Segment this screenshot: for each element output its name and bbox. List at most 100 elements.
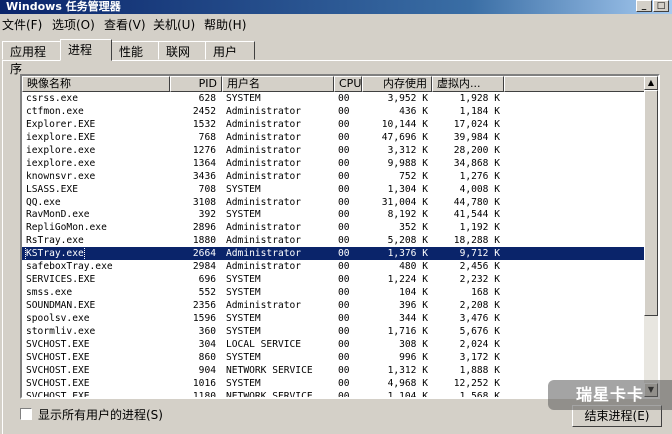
maximize-icon[interactable]: □ (653, 0, 669, 12)
menu-shutdown[interactable]: 关机(U) (153, 16, 195, 33)
tab-performance[interactable]: 性能 (111, 41, 159, 60)
process-image-name: SVCHOST.EXE (26, 338, 90, 350)
process-mem-usage: 3,312 K (387, 144, 428, 156)
column-header-user-name[interactable]: 用户名 (222, 76, 334, 92)
process-user-name: NETWORK SERVICE (226, 364, 313, 376)
table-row[interactable]: SVCHOST.EXE 304 LOCAL SERVICE 00 308 K 2,024 … (22, 338, 644, 351)
process-virtual-mem: 1,184 K (459, 105, 500, 117)
process-image-name: safeboxTray.exe (26, 261, 113, 273)
table-row[interactable]: RsTray.exe 1880 Administrator 00 5,208 K 18,2… (22, 234, 644, 247)
process-mem-usage: 352 K (399, 222, 428, 234)
column-header-image-name[interactable]: 映像名称 (22, 76, 170, 92)
table-row[interactable]: ctfmon.exe 2452 Administrator 00 436 K 1,184 … (22, 105, 644, 118)
process-virtual-mem: 39,984 K (453, 131, 500, 143)
table-row[interactable]: QQ.exe 3108 Administrator 00 31,004 K 44,780 … (22, 196, 644, 209)
minimize-icon[interactable]: _ (636, 0, 652, 12)
menu-file[interactable]: 文件(F) (2, 16, 42, 33)
process-image-name: KSTray.exe (25, 246, 85, 262)
process-pid: 360 (198, 325, 216, 337)
process-cpu: 00 (338, 390, 350, 397)
process-virtual-mem: 5,676 K (459, 325, 500, 337)
table-row[interactable]: knownsvr.exe 3436 Administrator 00 752 K 1,27… (22, 170, 644, 183)
vertical-scrollbar[interactable]: ▲ ▼ (644, 76, 658, 397)
menu-options[interactable]: 选项(O) (52, 16, 95, 33)
process-image-name: SVCHOST.EXE (26, 390, 90, 397)
process-pid: 696 (198, 274, 216, 286)
process-mem-usage: 344 K (399, 312, 428, 324)
process-user-name: SYSTEM (226, 377, 261, 389)
process-virtual-mem: 1,928 K (459, 93, 500, 104)
table-row[interactable]: stormliv.exe 360 SYSTEM 00 1,716 K 5,676 K (22, 325, 644, 338)
table-row[interactable]: LSASS.EXE 708 SYSTEM 00 1,304 K 4,008 K (22, 183, 644, 196)
process-user-name: Administrator (226, 196, 302, 208)
process-virtual-mem: 34,868 K (453, 157, 500, 169)
column-header-virtual-mem[interactable]: 虚拟内... (432, 76, 504, 92)
process-mem-usage: 1,716 K (387, 325, 428, 337)
table-row[interactable]: smss.exe 552 SYSTEM 00 104 K 168 K (22, 286, 644, 299)
process-pid: 904 (198, 364, 216, 376)
tab-processes[interactable]: 进程 (60, 39, 112, 61)
process-user-name: Administrator (226, 235, 302, 247)
scroll-thumb[interactable] (644, 90, 658, 316)
process-pid: 392 (198, 209, 216, 221)
process-mem-usage: 5,208 K (387, 235, 428, 247)
process-image-name: ctfmon.exe (26, 105, 84, 117)
process-user-name: LOCAL SERVICE (226, 338, 302, 350)
table-row[interactable]: Explorer.EXE 1532 Administrator 00 10,144 K 1… (22, 118, 644, 131)
process-pid: 1276 (192, 144, 216, 156)
table-row[interactable]: RavMonD.exe 392 SYSTEM 00 8,192 K 41,544 K (22, 208, 644, 221)
process-cpu: 00 (338, 209, 350, 221)
table-row[interactable]: csrss.exe 628 SYSTEM 00 3,952 K 1,928 K (22, 92, 644, 105)
process-cpu: 00 (338, 105, 350, 117)
process-pid: 1880 (192, 235, 216, 247)
process-image-name: spoolsv.exe (26, 312, 90, 324)
process-pid: 2896 (192, 222, 216, 234)
scroll-up-icon[interactable]: ▲ (644, 76, 658, 90)
table-row[interactable]: iexplore.exe 1276 Administrator 00 3,312 K 28… (22, 144, 644, 157)
process-mem-usage: 1,376 K (387, 248, 428, 260)
tab-networking[interactable]: 联网 (158, 41, 206, 60)
process-user-name: NETWORK SERVICE (226, 390, 313, 397)
tab-users[interactable]: 用户 (205, 41, 255, 60)
process-cpu: 00 (338, 157, 350, 169)
process-mem-usage: 10,144 K (381, 118, 428, 130)
show-all-users-label[interactable]: 显示所有用户的进程(S) (38, 406, 163, 423)
process-cpu: 00 (338, 93, 350, 104)
process-list[interactable]: 映像名称 PID 用户名 CPU 内存使用 虚拟内... csrss.exe 62… (20, 74, 660, 399)
process-image-name: smss.exe (26, 287, 73, 299)
process-cpu: 00 (338, 312, 350, 324)
column-header-mem-usage[interactable]: 内存使用 (362, 76, 432, 92)
process-virtual-mem: 1,568 K (459, 390, 500, 397)
column-header-row: 映像名称 PID 用户名 CPU 内存使用 虚拟内... (22, 76, 644, 92)
column-header-cpu[interactable]: CPU (334, 76, 362, 92)
process-cpu: 00 (338, 351, 350, 363)
process-pid: 2356 (192, 300, 216, 311)
process-user-name: Administrator (226, 157, 302, 169)
table-row[interactable]: SOUNDMAN.EXE 2356 Administrator 00 396 K 2,20… (22, 299, 644, 312)
table-row[interactable]: SVCHOST.EXE 860 SYSTEM 00 996 K 3,172 K (22, 351, 644, 364)
process-image-name: SVCHOST.EXE (26, 364, 90, 376)
process-image-name: iexplore.exe (26, 157, 96, 169)
column-header-pid[interactable]: PID (170, 76, 222, 92)
table-row[interactable]: RepliGoMon.exe 2896 Administrator 00 352 K 1,… (22, 221, 644, 234)
process-cpu: 00 (338, 325, 350, 337)
menu-view[interactable]: 查看(V) (104, 16, 146, 33)
process-pid: 1364 (192, 157, 216, 169)
table-row[interactable]: spoolsv.exe 1596 SYSTEM 00 344 K 3,476 K (22, 312, 644, 325)
table-row[interactable]: iexplore.exe 1364 Administrator 00 9,988 K 34… (22, 157, 644, 170)
process-user-name: SYSTEM (226, 325, 261, 337)
table-row[interactable]: SVCHOST.EXE 904 NETWORK SERVICE 00 1,312 K 1,… (22, 364, 644, 377)
show-all-users-checkbox[interactable] (20, 408, 32, 420)
table-row[interactable]: safeboxTray.exe 2984 Administrator 00 480 K 2… (22, 260, 644, 273)
process-mem-usage: 47,696 K (381, 131, 428, 143)
process-virtual-mem: 3,476 K (459, 312, 500, 324)
process-virtual-mem: 2,024 K (459, 338, 500, 350)
tab-strip: 应用程序 进程 性能 联网 用户 (0, 39, 672, 76)
process-cpu: 00 (338, 338, 350, 350)
column-header-filler (504, 76, 644, 92)
table-row[interactable]: iexplore.EXE 768 Administrator 00 47,696 K 39… (22, 131, 644, 144)
menu-help[interactable]: 帮助(H) (204, 16, 246, 33)
tab-applications[interactable]: 应用程序 (2, 41, 61, 76)
table-row[interactable]: SERVICES.EXE 696 SYSTEM 00 1,224 K 2,232 K (22, 273, 644, 286)
table-row[interactable]: KSTray.exe 2664 Administrator 00 1,376 K 9,71… (22, 246, 644, 262)
